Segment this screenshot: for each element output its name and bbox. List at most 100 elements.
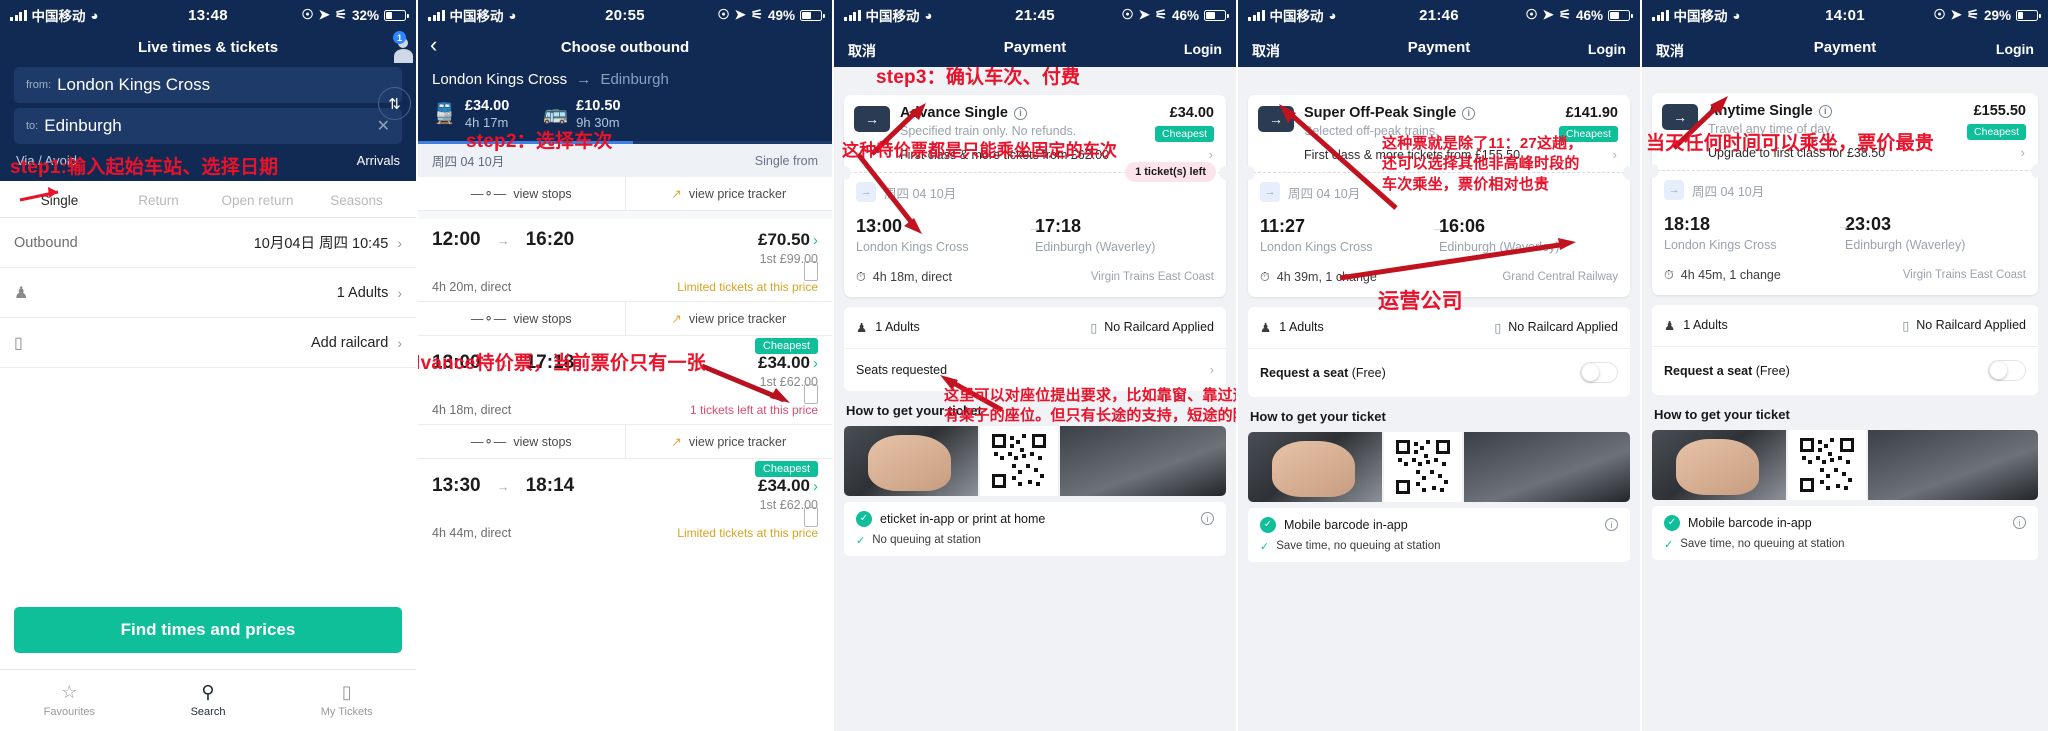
journey-row[interactable]: Cheapest 13:30 → 18:14 £34.00 › 1st £62.0… bbox=[418, 459, 832, 547]
status-right: ☉ ➤ ⚟ 29% bbox=[1933, 7, 2041, 23]
payment-nav: 取消 Payment Login bbox=[1642, 30, 2048, 67]
find-times-button[interactable]: Find times and prices bbox=[14, 607, 402, 653]
view-price-tracker-button[interactable]: ↗ view price tracker bbox=[624, 425, 833, 459]
journey-row[interactable] bbox=[418, 211, 832, 220]
how-to-get-ticket-title: How to get your ticket bbox=[1250, 408, 1386, 424]
info-icon[interactable]: i bbox=[1462, 106, 1476, 120]
ticket-method-images bbox=[1652, 429, 2038, 500]
journey-row[interactable]: 12:00 → 16:20 £70.50 › 1st £99.00 4h 20m,… bbox=[418, 219, 832, 301]
qr-code-icon bbox=[980, 425, 1058, 496]
cancel-button[interactable]: 取消 bbox=[848, 41, 876, 61]
journey-subrow: —⚬— view stops ↗ view price tracker bbox=[418, 301, 833, 337]
print-ticket-icon bbox=[1060, 425, 1226, 496]
location-icon: ☉ bbox=[1121, 7, 1134, 22]
swap-stations-icon[interactable]: ⇅ bbox=[378, 87, 411, 120]
ticket-option-sub: ✓ No queuing at station bbox=[844, 531, 1226, 556]
view-price-tracker-button[interactable]: ↗ view price tracker bbox=[624, 177, 833, 211]
to-field[interactable]: to: Edinburgh ✕ bbox=[14, 108, 402, 144]
annotation-fixed-train: 这种特价票都是只能乘坐固定的车次 bbox=[842, 141, 1118, 160]
location-icon: ☉ bbox=[717, 7, 730, 22]
annotation-advance: advance特价票，当前票价只有一张 bbox=[416, 353, 706, 374]
chevron-right-icon[interactable]: › bbox=[1613, 147, 1617, 162]
battery-icon bbox=[1608, 9, 1633, 21]
railcard-icon: ▯ bbox=[1090, 320, 1098, 335]
info-icon[interactable]: i bbox=[1201, 512, 1214, 526]
screenshot-strip: 中国移动 ◕ 13:48 ☉ ➤ ⚟ 32% Live times & tick… bbox=[0, 0, 2048, 731]
cancel-button[interactable]: 取消 bbox=[1252, 41, 1280, 61]
check-icon: ✓ bbox=[1260, 540, 1270, 553]
location-icon: ☉ bbox=[1933, 7, 1946, 22]
ticket-option-row[interactable]: ✓ Mobile barcode in-app i bbox=[1652, 505, 2038, 536]
journey-meta: 4h 20m, direct Limited tickets at this p… bbox=[432, 280, 818, 294]
ticket-price-block: £34.00 Cheapest bbox=[1155, 105, 1214, 142]
request-seat-toggle[interactable] bbox=[1580, 362, 1618, 384]
from-field[interactable]: from: London Kings Cross bbox=[14, 67, 402, 103]
adults-row[interactable]: ♟ 1 Adults ▯ No Railcard Applied bbox=[1652, 304, 2038, 347]
info-icon[interactable]: i bbox=[1818, 104, 1832, 118]
person-icon: ♟ bbox=[856, 320, 868, 335]
info-icon[interactable]: i bbox=[1013, 106, 1027, 120]
journey-duration: 4h 18m, direct bbox=[432, 403, 512, 418]
login-button[interactable]: Login bbox=[1184, 41, 1222, 57]
bluetooth-icon: ⚟ bbox=[1558, 7, 1571, 22]
ticket-option-sub: ✓ Save time, no queuing at station bbox=[1248, 537, 1630, 562]
arrivals-label[interactable]: Arrivals bbox=[357, 153, 400, 168]
trend-icon: ↗ bbox=[671, 312, 682, 327]
railcard-status[interactable]: ▯ No Railcard Applied bbox=[1494, 320, 1618, 335]
tabbar-mytickets[interactable]: ▯ My Tickets bbox=[277, 670, 416, 731]
chevron-right-icon[interactable]: › bbox=[1209, 147, 1213, 162]
tab-open-return[interactable]: Open return bbox=[208, 193, 307, 208]
request-seat-row[interactable]: Request a seat (Free) bbox=[1248, 348, 1630, 397]
seats-requested-row[interactable]: Seats requested › bbox=[844, 348, 1226, 391]
battery-percent: 49% bbox=[767, 7, 795, 23]
view-stops-button[interactable]: —⚬— view stops bbox=[418, 425, 625, 458]
panel-search: 中国移动 ◕ 13:48 ☉ ➤ ⚟ 32% Live times & tick… bbox=[0, 0, 416, 731]
passengers-row[interactable]: ♟ 1 Adults › bbox=[0, 268, 416, 318]
ticket-option-sub: ✓ Save time, no queuing at station bbox=[1652, 535, 2038, 560]
login-button[interactable]: Login bbox=[1588, 41, 1626, 57]
ticket-option-row[interactable]: ✓ eticket in-app or print at home i bbox=[844, 501, 1226, 532]
passenger-group: ♟ 1 Adults ▯ No Railcard Applied Seats r… bbox=[844, 306, 1226, 391]
view-stops-button[interactable]: —⚬— view stops bbox=[418, 302, 625, 335]
ticket-option-row[interactable]: ✓ Mobile barcode in-app i bbox=[1248, 507, 1630, 538]
account-button[interactable]: 1 bbox=[378, 31, 406, 60]
arrive-station: Edinburgh (Waverley) bbox=[1035, 240, 1156, 254]
request-seat-label: Request a seat (Free) bbox=[1260, 365, 1386, 380]
request-seat-row[interactable]: Request a seat (Free) bbox=[1652, 346, 2038, 395]
view-price-tracker-button[interactable]: ↗ view price tracker bbox=[624, 302, 833, 336]
railcard-status[interactable]: ▯ No Railcard Applied bbox=[1902, 318, 2026, 333]
chevron-right-icon[interactable]: › bbox=[2021, 145, 2025, 160]
cancel-button[interactable]: 取消 bbox=[1656, 41, 1684, 61]
tab-seasons[interactable]: Seasons bbox=[307, 193, 406, 208]
journey-note: Limited tickets at this price bbox=[677, 280, 818, 295]
person-icon: ♟ bbox=[1664, 318, 1676, 333]
passenger-group: ♟ 1 Adults ▯ No Railcard Applied Request… bbox=[1652, 304, 2038, 395]
adults-row[interactable]: ♟ 1 Adults ▯ No Railcard Applied bbox=[844, 306, 1226, 349]
info-icon[interactable]: i bbox=[2013, 516, 2026, 530]
qr-svg bbox=[1798, 435, 1856, 494]
annotation-step2: step2：选择车次 bbox=[466, 131, 613, 152]
tabbar-search[interactable]: ⚲ Search bbox=[139, 670, 278, 731]
railcard-status[interactable]: ▯ No Railcard Applied bbox=[1090, 320, 1214, 335]
outbound-row[interactable]: Outbound 10月04日 周四 10:45 › bbox=[0, 218, 416, 268]
ticket-option-sub-label: No queuing at station bbox=[872, 534, 981, 547]
info-icon[interactable]: i bbox=[1605, 518, 1618, 532]
back-icon[interactable]: ‹ bbox=[430, 34, 437, 56]
railcard-row[interactable]: ▯ Add railcard › bbox=[0, 318, 416, 368]
route-to: Edinburgh bbox=[600, 71, 669, 88]
page-title-bar: Live times & tickets 1 bbox=[0, 30, 416, 67]
mobile-ticket-icon bbox=[804, 507, 818, 528]
how-to-get-ticket-title: How to get your ticket bbox=[1654, 406, 1790, 422]
request-seat-toggle[interactable] bbox=[1988, 360, 2026, 382]
tab-return[interactable]: Return bbox=[109, 193, 208, 208]
view-stops-button[interactable]: —⚬— view stops bbox=[418, 177, 625, 210]
tabbar-favourites[interactable]: ☆ Favourites bbox=[0, 670, 139, 731]
ticket-date-row: → 周四 04 10月 bbox=[1664, 180, 2026, 200]
journey-duration: 4h 20m, direct bbox=[432, 280, 512, 295]
login-button[interactable]: Login bbox=[1996, 41, 2034, 57]
check-icon: ✓ bbox=[856, 534, 866, 547]
ticket-option-label: Mobile barcode in-app bbox=[1284, 517, 1408, 532]
ticket-price: £155.50 bbox=[1973, 103, 2026, 119]
chevron-right-icon: › bbox=[397, 284, 402, 301]
outbound-value: 10月04日 周四 10:45 bbox=[253, 236, 389, 252]
